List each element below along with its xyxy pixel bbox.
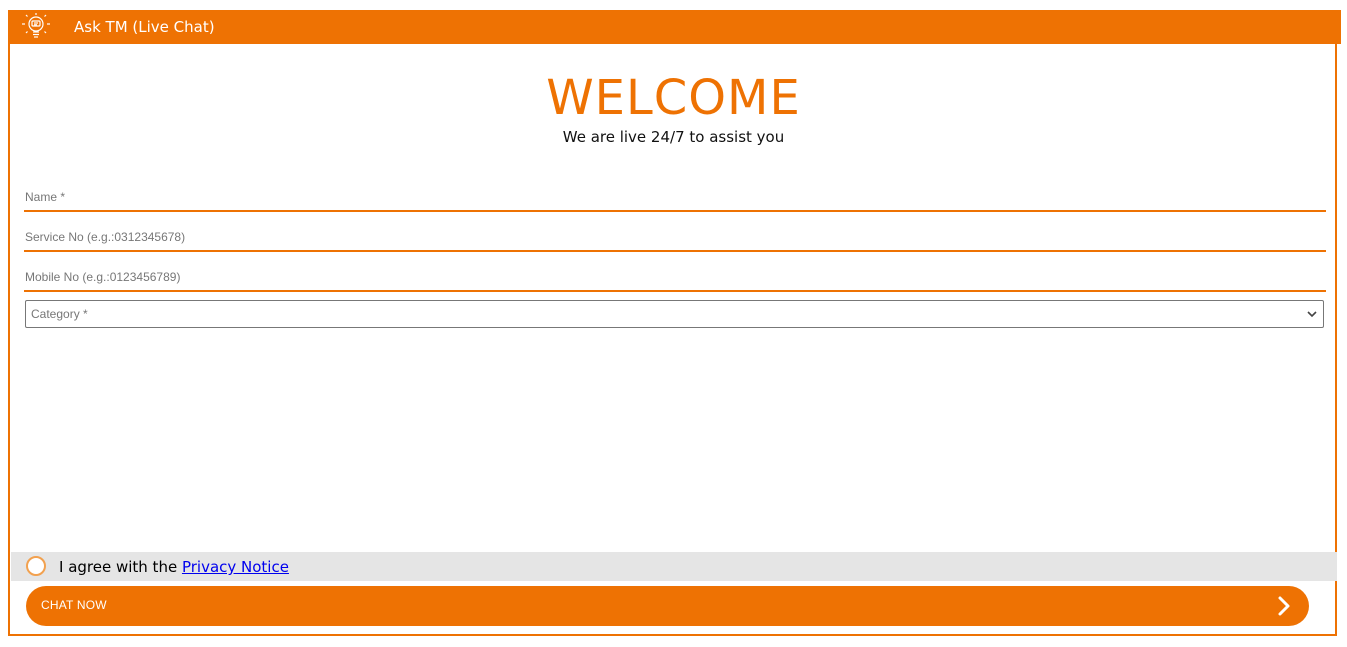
welcome-heading: WELCOME: [546, 70, 801, 126]
privacy-agreement-text: I agree with the Privacy Notice: [59, 558, 289, 576]
privacy-agreement-bar: I agree with the Privacy Notice: [11, 552, 1337, 581]
agreement-label: I agree with the: [59, 558, 182, 576]
category-selected-value: Category *: [31, 307, 88, 321]
welcome-subtitle: We are live 24/7 to assist you: [562, 128, 785, 146]
privacy-agree-radio[interactable]: [26, 556, 46, 576]
privacy-notice-link[interactable]: Privacy Notice: [182, 558, 289, 576]
mobile-no-input[interactable]: [24, 264, 1326, 292]
category-select[interactable]: Category *: [25, 300, 1324, 328]
chat-now-label: CHAT NOW: [41, 598, 107, 612]
chevron-down-icon: [1307, 311, 1317, 318]
name-input[interactable]: [24, 184, 1326, 212]
chat-now-button[interactable]: CHAT NOW: [26, 586, 1309, 626]
service-no-input[interactable]: [24, 224, 1326, 252]
chevron-right-icon: [1278, 596, 1290, 616]
